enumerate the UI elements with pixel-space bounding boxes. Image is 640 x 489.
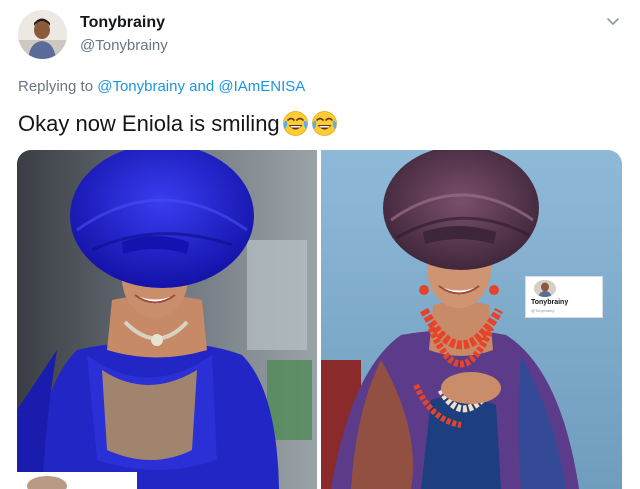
inset-avatar bbox=[534, 280, 556, 297]
inset-author-name: Tonybrainy bbox=[531, 299, 569, 306]
replying-to: Replying to @Tonybrainy and @IAmENISA bbox=[18, 78, 305, 95]
author-name[interactable]: Tonybrainy bbox=[80, 14, 165, 32]
face-with-tears-of-joy-icon bbox=[282, 110, 309, 137]
replying-prefix: Replying to bbox=[18, 78, 94, 95]
media-grid: Tonybrainy @Tonybrainy bbox=[17, 150, 622, 489]
photo-right[interactable]: Tonybrainy @Tonybrainy bbox=[321, 150, 622, 489]
tweet: Tonybrainy @Tonybrainy Replying to @Tony… bbox=[0, 0, 640, 489]
tweet-body: Okay now Eniola is smiling bbox=[18, 110, 280, 136]
author-handle[interactable]: @Tonybrainy bbox=[80, 37, 168, 54]
inset-tweet-card: Tonybrainy @Tonybrainy bbox=[525, 276, 603, 318]
reply-mention-and[interactable]: and bbox=[189, 78, 214, 95]
chevron-down-icon[interactable] bbox=[605, 14, 621, 30]
inset-author-handle: @Tonybrainy bbox=[531, 308, 555, 313]
reply-mention-iamenisa[interactable]: @IAmENISA bbox=[218, 78, 305, 95]
reply-mention-tonybrainy[interactable]: @Tonybrainy bbox=[97, 78, 185, 95]
tweet-text: Okay now Eniola is smiling bbox=[18, 110, 338, 137]
photo-left[interactable] bbox=[17, 150, 317, 489]
avatar[interactable] bbox=[18, 10, 67, 59]
face-with-tears-of-joy-icon bbox=[311, 110, 338, 137]
